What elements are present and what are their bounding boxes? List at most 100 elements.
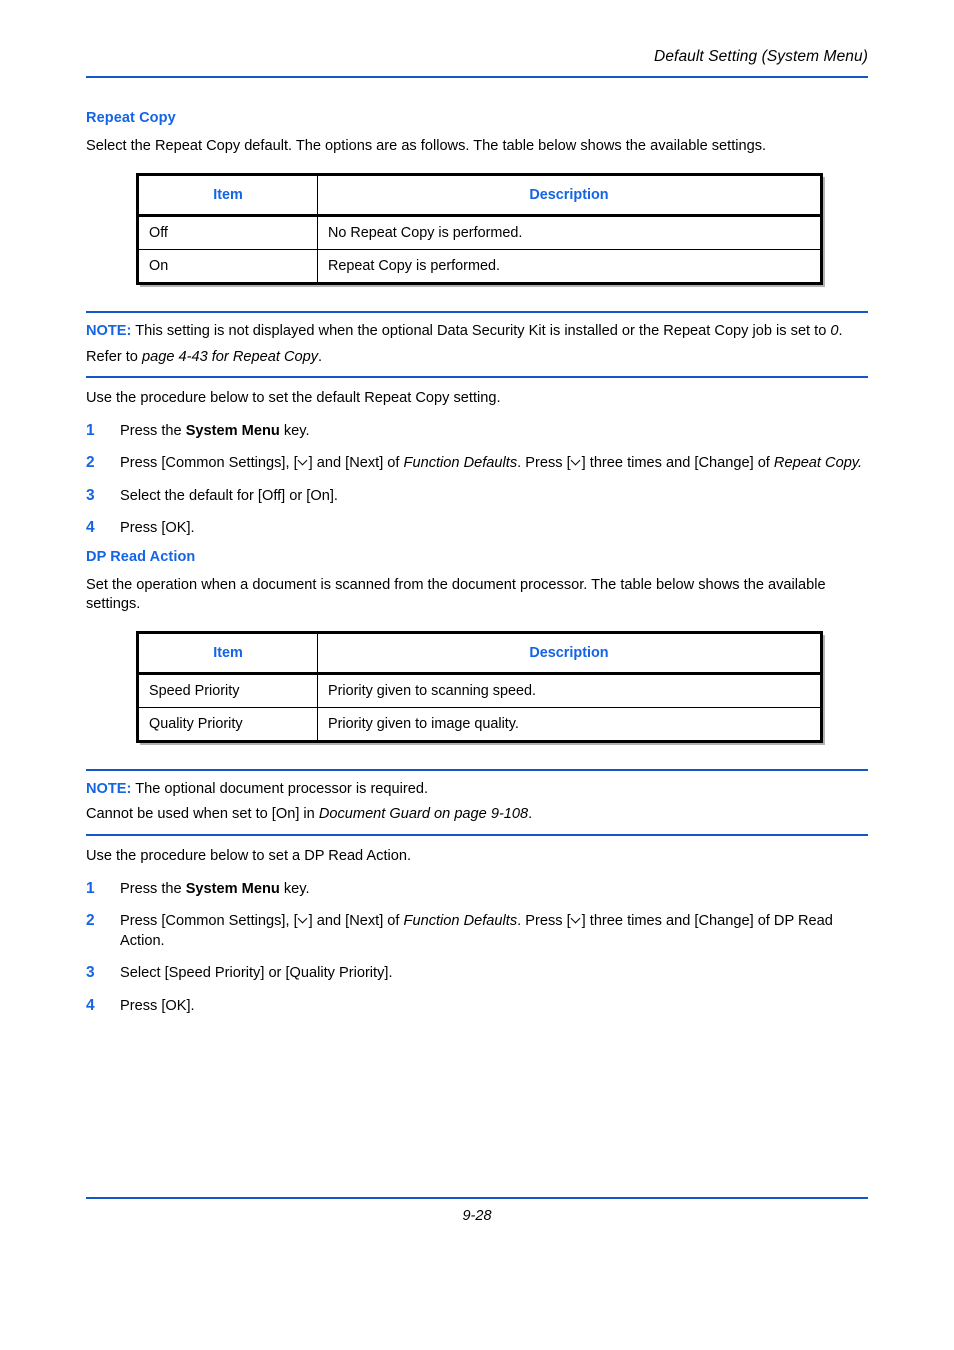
- note-text-run: .: [318, 348, 323, 365]
- emphasis-key-name: System Menu: [185, 880, 280, 897]
- procedure-step-list: 1 Press the System Menu key. 2 Press [Commo…: [86, 422, 868, 539]
- step-number: 1: [86, 879, 95, 897]
- note-text-run: Cannot be used when set to [On] in: [86, 806, 319, 823]
- note-line-primary: NOTE: The optional document processor is…: [86, 780, 868, 799]
- page-content: Repeat Copy Select the Repeat Copy defaul…: [86, 100, 868, 1016]
- step-text-run: ] three times and [Change] of: [581, 455, 774, 472]
- table-row: Speed Priority Priority given to scanning…: [136, 673, 823, 709]
- procedure-intro-text: Use the procedure below to set a DP Read…: [86, 847, 412, 864]
- section-intro-text: Set the operation when a document is sca…: [86, 576, 826, 612]
- note-text-run: .: [528, 806, 533, 823]
- table-row: On Repeat Copy is performed.: [136, 249, 823, 286]
- page-number: 9-28: [462, 1208, 492, 1224]
- chevron-down-icon: [299, 915, 308, 926]
- step-number: 2: [86, 454, 95, 472]
- step-number: 4: [86, 996, 95, 1014]
- procedure-step: 3 Select [Speed Priority] or [Quality Pri…: [86, 964, 868, 983]
- section-intro-text: Select the Repeat Copy default. The opti…: [86, 138, 767, 154]
- step-number: 3: [86, 964, 95, 982]
- document-page: Default Setting (System Menu) Repeat Cop…: [0, 0, 954, 1350]
- step-body: Press [OK].: [120, 998, 195, 1014]
- step-text-run: key.: [279, 423, 310, 439]
- chevron-down-icon: [572, 457, 581, 468]
- column-header: Item: [136, 631, 318, 676]
- emphasis-reference: Repeat Copy.: [773, 455, 863, 472]
- step-text-run: Press [Common Settings], [: [120, 455, 298, 472]
- table-cell-description: No Repeat Copy is performed.: [317, 215, 823, 251]
- settings-table: Item Description Off No Repeat Copy is perf…: [136, 173, 823, 286]
- procedure-step: 3 Select the default for [Off] or [On].: [86, 487, 868, 506]
- table-header-row: Item Description: [136, 631, 823, 676]
- note-label: NOTE:: [86, 781, 132, 798]
- footer-rule: [86, 1197, 868, 1199]
- step-text-run: . Press [: [517, 455, 571, 472]
- procedure-step: 1 Press the System Menu key.: [86, 422, 868, 441]
- step-body: Press [Common Settings], [ ] and [Next] o…: [120, 913, 833, 948]
- chevron-down-icon: [572, 915, 581, 926]
- step-body: Press [Common Settings], [ ] and [Next] o…: [120, 455, 862, 471]
- step-number: 3: [86, 486, 95, 504]
- step-body: Select [Speed Priority] or [Quality Prio…: [120, 965, 393, 981]
- column-header: Description: [317, 173, 823, 218]
- procedure-step: 4 Press [OK].: [86, 997, 868, 1016]
- table-row: Quality Priority Priority given to image …: [136, 707, 823, 744]
- note-line-reference: Cannot be used when set to [On] in Docum…: [86, 805, 868, 824]
- step-text-run: Press [OK].: [120, 997, 195, 1014]
- section-heading: DP Read Action: [86, 548, 196, 565]
- table-cell-description: Repeat Copy is performed.: [317, 249, 823, 286]
- step-number: 4: [86, 519, 95, 537]
- step-body: Press the System Menu key.: [120, 881, 310, 897]
- step-number: 1: [86, 422, 95, 439]
- step-text-run: Press [Common Settings], [: [120, 913, 298, 930]
- header-rule: [86, 76, 868, 78]
- note-text-run: Refer to: [86, 348, 142, 365]
- step-text-run: Press the: [120, 423, 186, 439]
- note-line-reference: Refer to page 4-43 for Repeat Copy.: [86, 348, 868, 367]
- running-header-title: Default Setting (System Menu): [654, 48, 868, 65]
- emphasis-key-name: System Menu: [185, 423, 280, 439]
- note-text-run: .: [838, 323, 843, 340]
- step-body: Press [OK].: [120, 520, 195, 536]
- step-text-run: Press the: [120, 880, 186, 897]
- cross-reference-link[interactable]: Document Guard on page 9-108: [319, 806, 528, 822]
- step-text-run: ] and [Next] of: [308, 913, 404, 930]
- table-cell-item: On: [136, 249, 318, 286]
- step-text-run: key.: [279, 880, 310, 897]
- note-line-primary: NOTE: This setting is not displayed when…: [86, 322, 868, 341]
- settings-table-wrapper: Item Description Speed Priority Priority gi…: [86, 631, 868, 744]
- step-text-run: . Press [: [517, 913, 571, 930]
- table-cell-item: Off: [136, 215, 318, 251]
- step-number: 2: [86, 912, 95, 930]
- table-header-row: Item Description: [136, 173, 823, 218]
- note-block: NOTE: This setting is not displayed when…: [86, 311, 868, 378]
- emphasis-reference: Function Defaults: [403, 913, 518, 930]
- step-text-run: ] and [Next] of: [308, 455, 404, 472]
- note-italic-value: 0: [830, 323, 839, 340]
- step-text-run: Press [OK].: [120, 520, 195, 537]
- step-body: Select the default for [Off] or [On].: [120, 488, 338, 504]
- procedure-step-list: 1 Press the System Menu key. 2 Press [Commo…: [86, 880, 868, 1016]
- cross-reference-link[interactable]: page 4-43 for Repeat Copy: [142, 349, 318, 365]
- settings-table-wrapper: Item Description Off No Repeat Copy is perf…: [86, 173, 868, 286]
- note-text-run: The optional document processor is requi…: [131, 781, 429, 798]
- note-block: NOTE: The optional document processor is…: [86, 769, 868, 836]
- note-text-run: This setting is not displayed when the o…: [131, 323, 831, 340]
- column-header: Item: [136, 173, 318, 218]
- procedure-intro-text: Use the procedure below to set the defau…: [86, 389, 501, 406]
- procedure-step: 2 Press [Common Settings], [ ] and [Next] …: [86, 912, 868, 951]
- column-header: Description: [317, 631, 823, 676]
- procedure-step: 1 Press the System Menu key.: [86, 880, 868, 899]
- settings-table: Item Description Speed Priority Priority gi…: [136, 631, 823, 744]
- step-body: Press the System Menu key.: [120, 423, 310, 439]
- table-cell-description: Priority given to scanning speed.: [317, 673, 823, 709]
- procedure-step: 2 Press [Common Settings], [ ] and [Next] …: [86, 454, 868, 473]
- table-cell-item: Speed Priority: [136, 673, 318, 709]
- step-text-run: Select [Speed Priority] or [Quality Prio…: [120, 965, 393, 982]
- procedure-step: 4 Press [OK].: [86, 519, 868, 538]
- table-row: Off No Repeat Copy is performed.: [136, 215, 823, 251]
- note-label: NOTE:: [86, 323, 132, 340]
- table-cell-item: Quality Priority: [136, 707, 318, 744]
- table-cell-description: Priority given to image quality.: [317, 707, 823, 744]
- step-text-run: Select the default for [Off] or [On].: [120, 487, 338, 504]
- chevron-down-icon: [299, 457, 308, 468]
